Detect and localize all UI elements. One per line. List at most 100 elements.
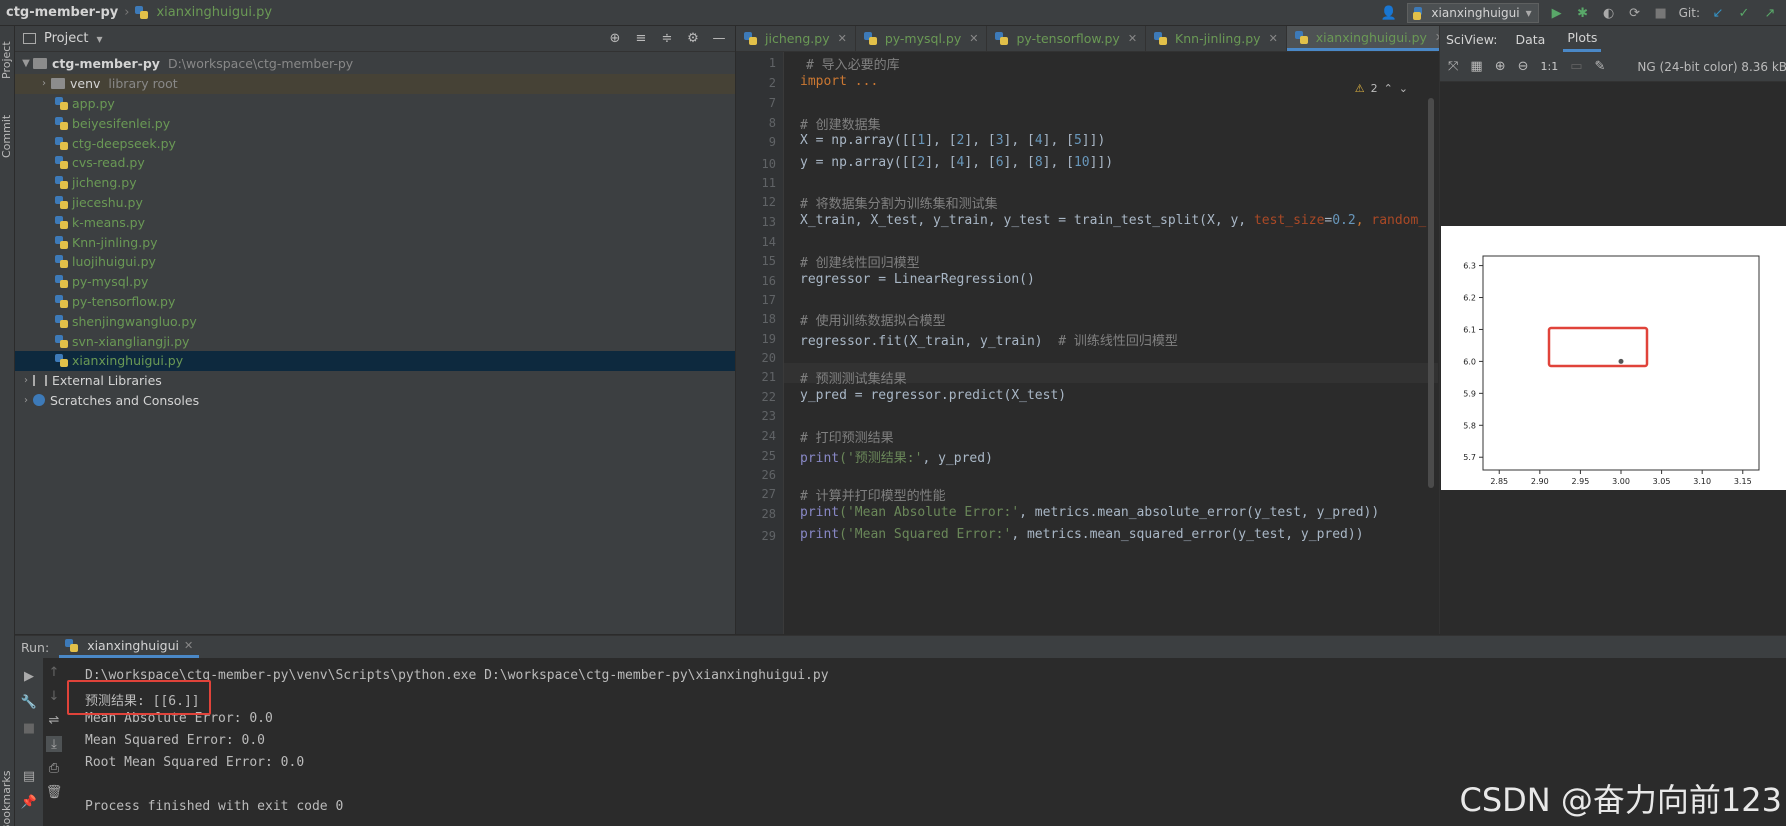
tree-external-libraries[interactable]: › External Libraries bbox=[15, 371, 735, 391]
tree-file-item[interactable]: cvs-read.py bbox=[15, 153, 735, 173]
tree-file-item[interactable]: jieceshu.py bbox=[15, 193, 735, 213]
tree-file-item[interactable]: k-means.py bbox=[15, 212, 735, 232]
background-icon[interactable]: ▭ bbox=[1570, 59, 1582, 75]
close-icon[interactable]: ✕ bbox=[838, 32, 847, 45]
close-icon[interactable]: ✕ bbox=[969, 32, 978, 45]
wrench-icon[interactable]: 🔧 bbox=[21, 694, 37, 710]
arrow-down-icon[interactable]: ↓ bbox=[46, 688, 62, 704]
collapse-all-icon[interactable]: ≑ bbox=[659, 30, 675, 46]
editor-scrollbar[interactable] bbox=[1428, 98, 1434, 488]
profile-icon[interactable]: ⟳ bbox=[1627, 5, 1643, 21]
project-panel: Project ▾ ⊕ ≡ ≑ ⚙ — ▼ ctg-member-py D:\w… bbox=[15, 26, 735, 634]
fit-icon[interactable]: ⤧ bbox=[1448, 59, 1458, 75]
scroll-to-end-icon[interactable]: ⤓ bbox=[46, 736, 62, 752]
commit-tool-tab[interactable]: Commit bbox=[0, 106, 15, 166]
stop-icon[interactable]: ■ bbox=[1653, 5, 1669, 21]
zoom-out-icon[interactable]: ⊖ bbox=[1518, 59, 1529, 75]
close-icon[interactable]: ✕ bbox=[1269, 32, 1278, 45]
close-icon[interactable]: ✕ bbox=[1128, 32, 1137, 45]
breadcrumb-file[interactable]: xianxinghuigui.py bbox=[135, 5, 272, 20]
code-line-8: # 创建数据集 bbox=[800, 118, 881, 133]
code-token: y = np.array([[ bbox=[800, 155, 918, 170]
breadcrumb-project[interactable]: ctg-member-py bbox=[6, 5, 118, 20]
grid-icon[interactable]: ▦ bbox=[1470, 59, 1482, 75]
print-icon[interactable]: ⎙ bbox=[46, 760, 62, 776]
tree-venv[interactable]: › venv library root bbox=[15, 73, 735, 94]
tree-file-label: shenjingwangluo.py bbox=[72, 313, 197, 329]
line-number: 18 bbox=[761, 312, 776, 326]
close-icon[interactable]: ✕ bbox=[184, 639, 193, 652]
run-icon[interactable]: ▶ bbox=[1549, 5, 1565, 21]
project-panel-title[interactable]: Project bbox=[44, 31, 88, 46]
line-number: 13 bbox=[761, 215, 776, 229]
tree-file-item[interactable]: py-tensorflow.py bbox=[15, 292, 735, 312]
debug-icon[interactable]: ✱ bbox=[1575, 5, 1591, 21]
expand-all-icon[interactable]: ≡ bbox=[633, 30, 649, 46]
coverage-icon[interactable]: ◐ bbox=[1601, 5, 1617, 21]
y-tick-label: 5.7 bbox=[1463, 453, 1476, 462]
tree-file-item[interactable]: jicheng.py bbox=[15, 173, 735, 193]
tab-plots[interactable]: Plots bbox=[1563, 26, 1602, 52]
chevron-up-icon[interactable]: ⌃ bbox=[1384, 82, 1393, 95]
tree-file-item[interactable]: luojihuigui.py bbox=[15, 252, 735, 272]
tab-jicheng[interactable]: jicheng.py ✕ bbox=[736, 26, 856, 51]
git-push-icon[interactable]: ↗ bbox=[1762, 5, 1778, 21]
run-configuration-select[interactable]: xianxinghuigui ▾ bbox=[1406, 3, 1539, 23]
project-panel-tools: ⊕ ≡ ≑ ⚙ — bbox=[607, 30, 727, 46]
zoom-in-icon[interactable]: ⊕ bbox=[1495, 59, 1506, 75]
tree-file-item[interactable]: xianxinghuigui.py bbox=[15, 350, 735, 371]
tree-scratches[interactable]: › Scratches and Consoles bbox=[15, 391, 735, 411]
tree-file-item[interactable]: py-mysql.py bbox=[15, 272, 735, 292]
git-commit-icon[interactable]: ✓ bbox=[1736, 5, 1752, 21]
project-tool-tab[interactable]: Project bbox=[0, 32, 15, 88]
line-number: 10 bbox=[761, 157, 776, 171]
code-line-29: print('Mean Squared Error:', metrics.mea… bbox=[800, 527, 1364, 542]
chevron-down-icon[interactable]: ⌄ bbox=[1399, 82, 1408, 95]
locate-icon[interactable]: ⊕ bbox=[607, 30, 623, 46]
folder-icon bbox=[33, 58, 47, 70]
chevron-down-icon[interactable]: ▾ bbox=[96, 32, 102, 46]
tree-file-item[interactable]: svn-xiangliangji.py bbox=[15, 331, 735, 351]
bookmarks-tool-tab[interactable]: Bookmarks bbox=[0, 766, 15, 826]
run-label: Run: bbox=[21, 639, 50, 655]
tree-file-item[interactable]: beiyesifenlei.py bbox=[15, 113, 735, 133]
x-axis-ticks: 2.85 2.90 2.95 3.00 3.05 3.10 3.15 bbox=[1490, 470, 1752, 486]
line-number: 26 bbox=[761, 468, 776, 482]
tab-knn-jinling[interactable]: Knn-jinling.py ✕ bbox=[1146, 26, 1287, 51]
rerun-icon[interactable]: ▶ bbox=[21, 668, 37, 684]
soft-wrap-icon[interactable]: ⇌ bbox=[46, 712, 62, 728]
line-number: 9 bbox=[768, 135, 776, 149]
tree-file-item[interactable]: shenjingwangluo.py bbox=[15, 311, 735, 331]
chevron-right-icon[interactable]: › bbox=[19, 395, 33, 406]
chevron-right-icon[interactable]: › bbox=[37, 78, 51, 89]
python-file-icon bbox=[863, 32, 877, 45]
user-icon[interactable]: 👤 bbox=[1381, 5, 1397, 21]
code-editor[interactable]: 1 2 7 8 9 10 11 12 13 14 15 16 17 18 19 20 21 22 23 24 25 26 2… bbox=[736, 52, 1438, 634]
tree-root[interactable]: ▼ ctg-member-py D:\workspace\ctg-member-… bbox=[15, 54, 735, 74]
tree-file-item[interactable]: Knn-jinling.py bbox=[15, 232, 735, 252]
git-update-icon[interactable]: ↙ bbox=[1710, 5, 1726, 21]
hide-icon[interactable]: — bbox=[711, 30, 727, 46]
tree-file-item[interactable]: app.py bbox=[15, 94, 735, 114]
chevron-right-icon[interactable]: › bbox=[19, 375, 33, 386]
gear-icon[interactable]: ⚙ bbox=[685, 30, 701, 46]
pin-icon[interactable]: 📌 bbox=[21, 794, 37, 810]
eyedropper-icon[interactable]: ✎ bbox=[1595, 59, 1606, 75]
tab-py-tensorflow[interactable]: py-tensorflow.py ✕ bbox=[987, 26, 1147, 51]
navigation-bar: ctg-member-py › xianxinghuigui.py 👤 xian… bbox=[0, 0, 1786, 26]
tab-py-mysql[interactable]: py-mysql.py ✕ bbox=[856, 26, 988, 51]
run-tab[interactable]: xianxinghuigui ✕ bbox=[59, 636, 200, 658]
tree-file-item[interactable]: ctg-deepseek.py bbox=[15, 133, 735, 153]
trash-icon[interactable]: 🗑 bbox=[46, 784, 63, 800]
tab-xianxinghuigui[interactable]: xianxinghuigui.py✕ bbox=[1286, 26, 1454, 51]
layout-icon[interactable]: ▤ bbox=[21, 768, 37, 784]
plot-image[interactable]: 5.7 5.8 5.9 6.0 6.1 6.2 6.3 2.85 2.90 2.95 3.00 3.… bbox=[1441, 226, 1786, 490]
chevron-down-icon[interactable]: ▼ bbox=[19, 58, 33, 69]
arrow-up-icon[interactable]: ↑ bbox=[46, 664, 62, 680]
stop-icon[interactable]: ■ bbox=[21, 720, 37, 736]
tab-data[interactable]: Data bbox=[1515, 32, 1545, 47]
actual-size-button[interactable]: 1:1 bbox=[1541, 60, 1559, 73]
tab-label: py-tensorflow.py bbox=[1016, 31, 1120, 46]
inspection-widget[interactable]: ⚠ 2 ⌃ ⌄ bbox=[1355, 82, 1408, 95]
folder-icon bbox=[51, 78, 65, 90]
